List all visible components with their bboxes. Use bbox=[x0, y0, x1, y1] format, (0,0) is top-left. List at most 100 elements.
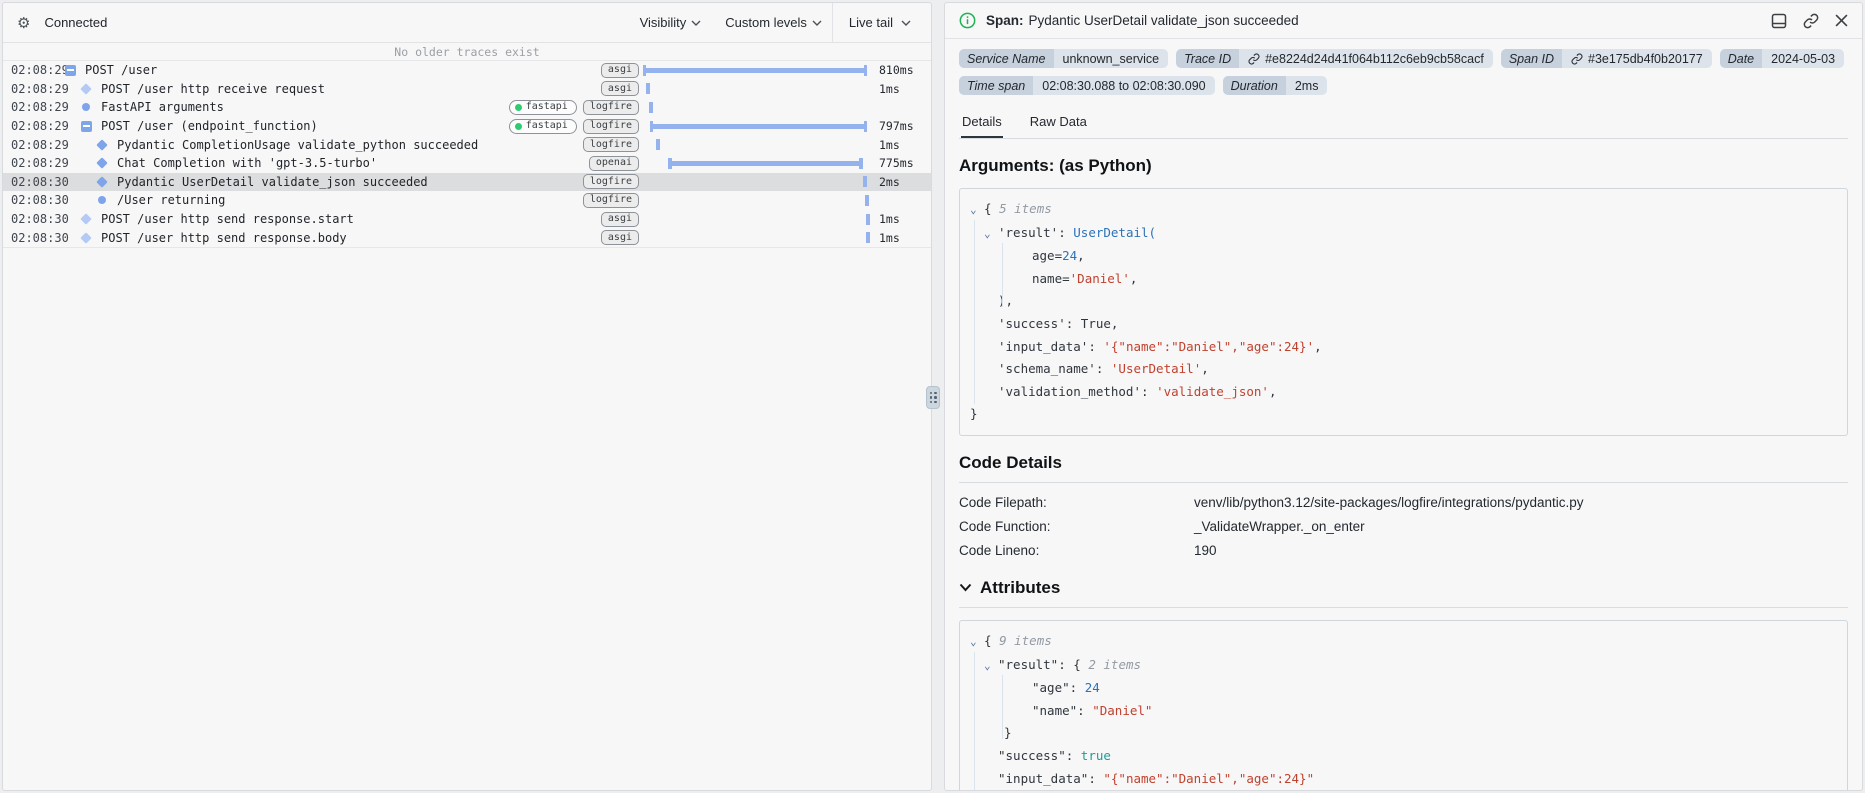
code-line: "success": true bbox=[998, 747, 1111, 763]
live-tail-dropdown[interactable]: Live tail bbox=[831, 3, 931, 42]
code-line: 'input_data': '{"name":"Daniel","age":24… bbox=[998, 338, 1322, 354]
connection-status: Connected bbox=[44, 15, 108, 30]
span-meta-badges: Service Name unknown_service Trace ID #e822… bbox=[959, 49, 1848, 95]
tab-raw-data[interactable]: Raw Data bbox=[1029, 110, 1088, 138]
meta-badge-label: Trace ID bbox=[1176, 49, 1240, 68]
scope-badge: asgi bbox=[600, 62, 639, 78]
trace-row-time: 02:08:30 bbox=[11, 174, 69, 189]
span-title: Pydantic UserDetail validate_json succee… bbox=[1028, 13, 1299, 28]
trace-row[interactable]: 02:08:30 Pydantic UserDetail validate_jso… bbox=[3, 172, 931, 192]
green-dot-icon bbox=[514, 103, 522, 111]
collapse-toggle-icon[interactable] bbox=[81, 120, 92, 132]
code-line: ), bbox=[998, 293, 1014, 309]
dock-panel-icon[interactable] bbox=[1771, 13, 1787, 29]
collapse-chevron-icon[interactable]: ⌄ bbox=[984, 655, 998, 678]
meta-badge-value: 02:08:30.088 to 02:08:30.090 bbox=[1033, 76, 1215, 95]
code-detail-label: Code Lineno: bbox=[959, 542, 1040, 558]
code-line: 'validation_method': 'validate_json', bbox=[998, 383, 1277, 399]
code-line: ⌄'result': UserDetail( bbox=[970, 222, 1837, 246]
logfire-app: ⚙ Connected Visibility Custom levels Liv… bbox=[0, 0, 1865, 793]
collapse-chevron-icon[interactable]: ⌄ bbox=[984, 223, 998, 246]
duration-line bbox=[642, 64, 868, 76]
custom-levels-dropdown[interactable]: Custom levels bbox=[725, 15, 822, 30]
chevron-down-icon bbox=[691, 20, 701, 26]
span-detail-panel: Span: Pydantic UserDetail validate_json … bbox=[944, 2, 1863, 791]
arguments-heading: Arguments: (as Python) bbox=[959, 156, 1152, 175]
trace-row[interactable]: 02:08:29 POST /user http receive request a… bbox=[3, 80, 931, 99]
detail-tabs: Details Raw Data bbox=[959, 110, 1848, 139]
trace-row[interactable]: 02:08:30 POST /user http send response.st… bbox=[3, 210, 931, 229]
collapse-toggle-icon[interactable] bbox=[65, 64, 76, 76]
meta-badge-label: Span ID bbox=[1500, 49, 1562, 68]
trace-row-time: 02:08:29 bbox=[11, 156, 69, 171]
code-line: 'schema_name': 'UserDetail', bbox=[998, 361, 1209, 377]
span-diamond-icon bbox=[80, 231, 92, 244]
meta-badge-label: Duration bbox=[1222, 76, 1286, 95]
trace-duration-bar bbox=[639, 61, 871, 80]
trace-row-label: POST /user http send response.start bbox=[101, 212, 354, 227]
collapse-chevron-icon[interactable]: ⌄ bbox=[970, 199, 984, 222]
trace-row[interactable]: 02:08:30 POST /user http send response.bo… bbox=[3, 228, 931, 247]
collapse-chevron-icon[interactable]: ⌄ bbox=[970, 631, 984, 654]
code-line: } bbox=[970, 406, 978, 422]
trace-row[interactable]: 02:08:30/User returning logfire bbox=[3, 191, 931, 210]
trace-row-badges: logfire bbox=[582, 192, 639, 208]
tab-details[interactable]: Details bbox=[961, 110, 1003, 138]
trace-duration-bar bbox=[639, 80, 871, 99]
visibility-dropdown[interactable]: Visibility bbox=[640, 15, 702, 30]
trace-row-badges: asgi bbox=[600, 230, 639, 246]
meta-badge-value: 2ms bbox=[1285, 76, 1328, 95]
trace-row[interactable]: 02:08:29 POST /user (endpoint_function) fa… bbox=[3, 117, 931, 136]
close-icon[interactable] bbox=[1835, 14, 1848, 27]
scope-badge: logfire bbox=[582, 118, 639, 134]
code-detail-value: _ValidateWrapper._on_enter bbox=[1194, 518, 1365, 534]
code-detail-label: Code Filepath: bbox=[959, 494, 1047, 510]
trace-row-duration: 2ms bbox=[879, 174, 900, 189]
code-detail-label: Code Function: bbox=[959, 518, 1051, 534]
trace-row-label: POST /user http send response.body bbox=[101, 230, 347, 245]
meta-badge-value: #3e175db4f0b20177 bbox=[1562, 49, 1712, 68]
chevron-down-icon bbox=[812, 20, 822, 26]
trace-row[interactable]: 02:08:29 Chat Completion with 'gpt-3.5-tu… bbox=[3, 154, 931, 173]
duration-tick bbox=[862, 176, 867, 188]
trace-row-badges: asgi bbox=[600, 81, 639, 97]
span-diamond-icon bbox=[96, 139, 108, 151]
attributes-section-toggle[interactable]: Attributes bbox=[959, 578, 1848, 598]
panel-splitter-handle[interactable] bbox=[926, 386, 940, 409]
span-diamond-icon bbox=[96, 176, 108, 188]
trace-list-header: ⚙ Connected Visibility Custom levels Liv… bbox=[3, 3, 931, 43]
trace-row-label: POST /user http receive request bbox=[101, 81, 325, 96]
arguments-code-block: ⌄{ 5 items ⌄'result': UserDetail(age=24, n… bbox=[959, 188, 1848, 436]
span-detail-header: Span: Pydantic UserDetail validate_json … bbox=[945, 3, 1862, 39]
scope-badge: fastapi bbox=[508, 99, 577, 115]
span-kind-label: Span: bbox=[986, 13, 1024, 28]
attributes-code-block: ⌄{ 9 items ⌄ "result": { 2 items "age": 24 "… bbox=[959, 619, 1848, 790]
trace-row-label: Chat Completion with 'gpt-3.5-turbo' bbox=[117, 156, 378, 171]
attributes-heading: Attributes bbox=[980, 577, 1061, 597]
scope-badge: logfire bbox=[582, 174, 639, 190]
log-dot-icon bbox=[82, 103, 90, 112]
trace-row-time: 02:08:29 bbox=[11, 63, 69, 78]
trace-row-duration: 1ms bbox=[879, 137, 900, 152]
gear-icon[interactable]: ⚙ bbox=[17, 14, 30, 32]
trace-row[interactable]: 02:08:29 Pydantic CompletionUsage validat… bbox=[3, 135, 931, 154]
trace-row[interactable]: 02:08:29 FastAPI arguments fastapi logfire bbox=[3, 98, 931, 117]
link-icon[interactable] bbox=[1803, 13, 1819, 29]
trace-row-badges: logfire bbox=[582, 137, 639, 153]
trace-row-time: 02:08:30 bbox=[11, 230, 69, 245]
trace-row[interactable]: 02:08:29 POST /user asgi 810ms bbox=[3, 61, 931, 80]
trace-row-badges: openai bbox=[588, 155, 639, 171]
link-icon[interactable] bbox=[1571, 52, 1583, 65]
link-icon[interactable] bbox=[1248, 52, 1260, 65]
scope-badge: logfire bbox=[582, 99, 639, 115]
trace-duration-bar bbox=[639, 135, 871, 154]
meta-badge: Service Name unknown_service bbox=[959, 49, 1169, 68]
trace-row-badges: logfire bbox=[582, 174, 639, 190]
code-detail-value: 190 bbox=[1194, 542, 1217, 558]
code-line: "name": "Daniel" bbox=[1032, 702, 1153, 718]
trace-row-duration: 1ms bbox=[879, 212, 900, 227]
duration-tick bbox=[656, 139, 661, 151]
trace-row-time: 02:08:29 bbox=[11, 100, 69, 115]
code-line: "input_data": "{"name":"Daniel","age":24… bbox=[998, 770, 1315, 786]
trace-row-duration: 810ms bbox=[879, 63, 914, 78]
